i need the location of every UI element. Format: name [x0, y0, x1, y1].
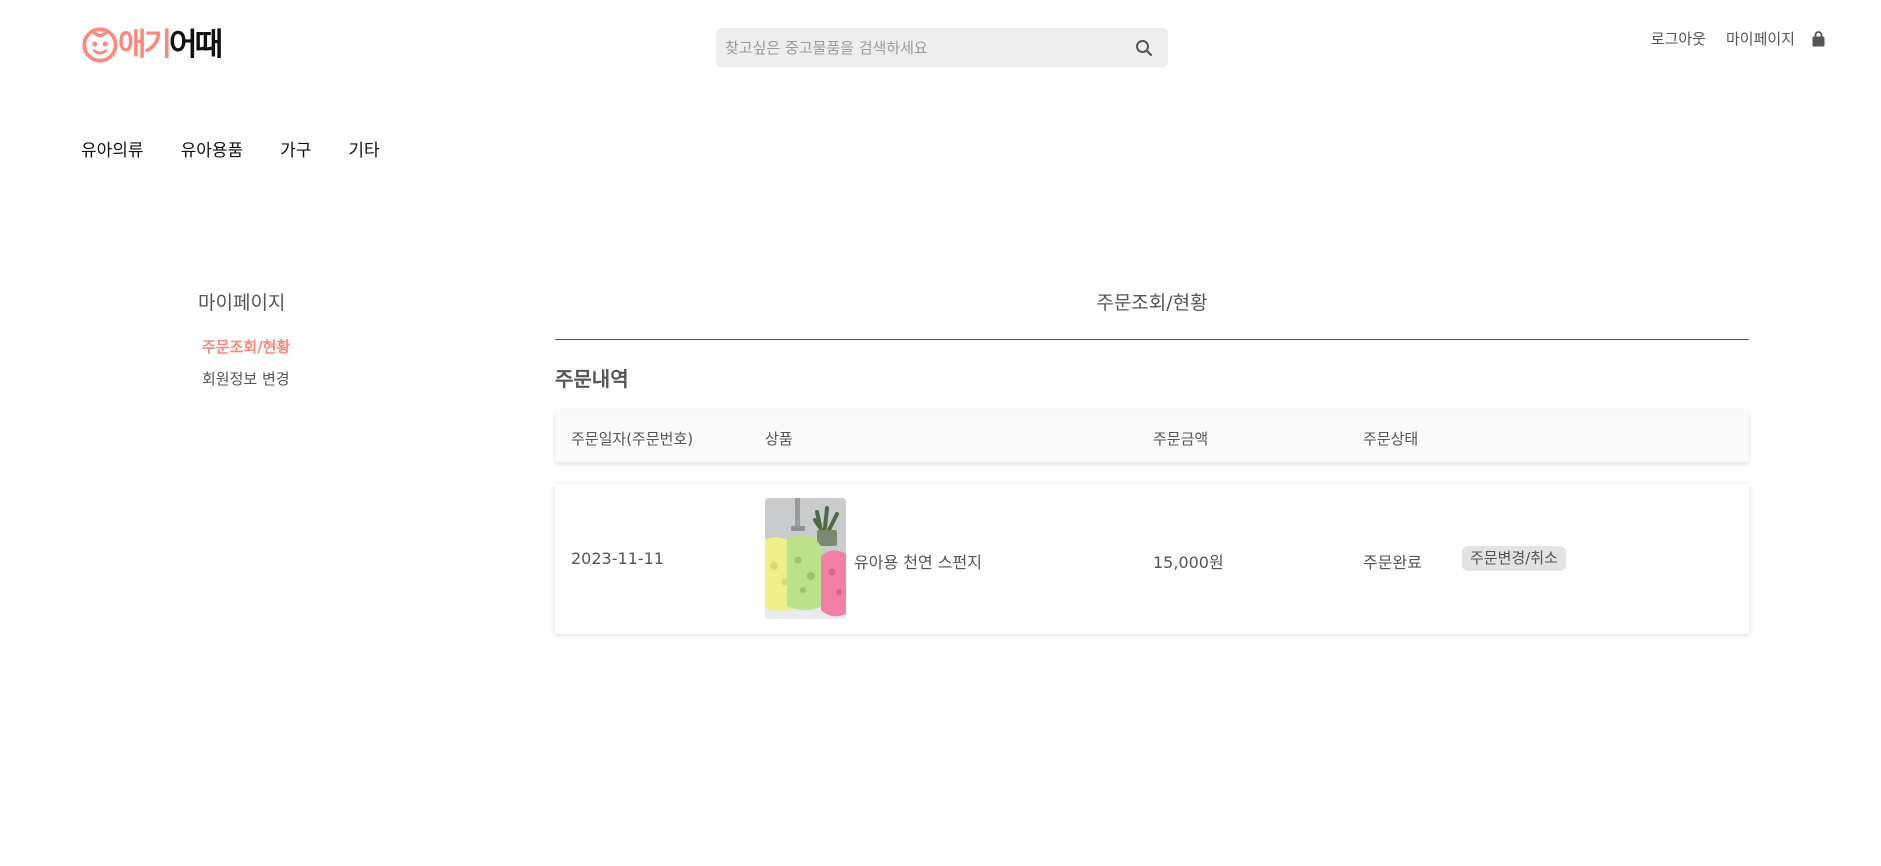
- header-order-date: 주문일자(주문번호): [571, 430, 694, 448]
- search-button[interactable]: [1120, 28, 1168, 67]
- order-date: 2023-11-11: [571, 549, 664, 568]
- brand-logo[interactable]: 애기어때: [81, 24, 223, 66]
- product-thumbnail[interactable]: [765, 498, 846, 619]
- product-name[interactable]: 유아용 천연 스펀지: [854, 549, 982, 573]
- brand-name-dark: 어때: [169, 27, 223, 63]
- title-divider: [555, 339, 1749, 340]
- sidebar-item-order-status[interactable]: 주문조회/현황: [202, 336, 290, 357]
- cart-button[interactable]: [1811, 30, 1826, 47]
- logout-link[interactable]: 로그아웃: [1651, 28, 1706, 49]
- order-table-header: 주문일자(주문번호) 상품 주문금액 주문상태: [555, 410, 1749, 462]
- header-status: 주문상태: [1363, 430, 1419, 448]
- order-status: 주문완료: [1363, 553, 1422, 572]
- section-title: 주문내역: [555, 367, 629, 391]
- category-nav: 유아의류 유아용품 가구 기타: [81, 136, 417, 161]
- order-row: 2023-11-11 유아용 천연 스펀지 15,000원 주문완료 주문변경/…: [555, 484, 1749, 634]
- header-product: 상품: [765, 430, 793, 448]
- baby-face-icon: [82, 27, 118, 63]
- sidebar-item-edit-profile[interactable]: 회원정보 변경: [202, 368, 290, 389]
- search-icon: [1136, 39, 1153, 56]
- search-input[interactable]: [716, 28, 1120, 67]
- shopping-bag-icon: [1812, 30, 1825, 46]
- sponge-product-image: [765, 498, 846, 619]
- header-amount: 주문금액: [1153, 430, 1209, 448]
- order-change-cancel-button[interactable]: 주문변경/취소: [1462, 546, 1566, 571]
- order-amount: 15,000원: [1153, 553, 1224, 572]
- category-etc[interactable]: 기타: [348, 136, 379, 161]
- user-links: 로그아웃 마이페이지: [1651, 28, 1826, 49]
- search-bar: [716, 28, 1168, 67]
- category-furniture[interactable]: 가구: [280, 136, 311, 161]
- brand-name-accent: 애기: [118, 27, 172, 63]
- mypage-link[interactable]: 마이페이지: [1726, 28, 1795, 49]
- sidebar-title: 마이페이지: [198, 292, 286, 314]
- brand-name: 애기어때: [118, 25, 223, 65]
- category-baby-clothing[interactable]: 유아의류: [81, 136, 144, 161]
- page-title: 주문조회/현황: [1096, 292, 1208, 314]
- category-baby-goods[interactable]: 유아용품: [181, 136, 244, 161]
